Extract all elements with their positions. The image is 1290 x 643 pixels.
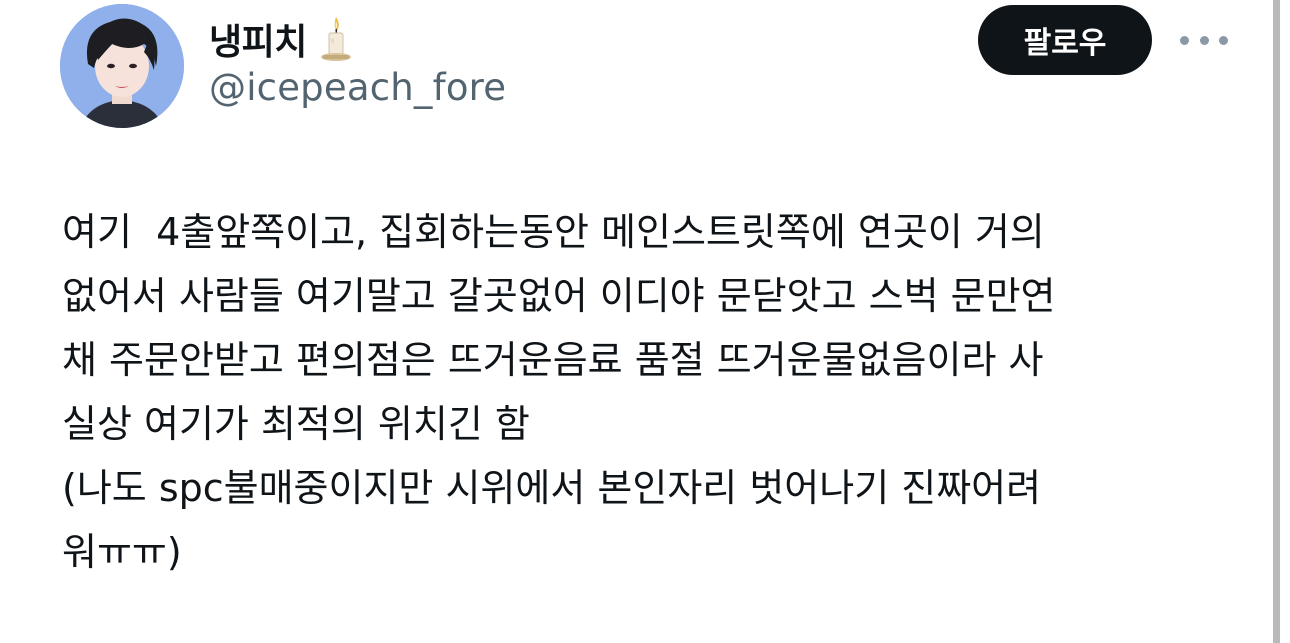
tweet-text-line: 여기 4출앞쪽이고, 집회하는동안 메인스트릿쪽에 연곳이 거의: [62, 210, 1045, 254]
avatar[interactable]: [60, 4, 184, 128]
tweet-text-line: 워ㅠㅠ): [62, 530, 182, 574]
author-handle[interactable]: @icepeach_fore: [209, 66, 506, 109]
tweet-text-line: (나도 spc불매중이지만 시위에서 본인자리 벗어나기 진짜어려: [62, 466, 1042, 510]
tweet-text-line: 없어서 사람들 여기말고 갈곳없어 이디야 문닫앗고 스벅 문만연: [62, 274, 1056, 318]
tweet-text-line: 실상 여기가 최적의 위치긴 함: [62, 402, 530, 446]
tweet-text: 여기 4출앞쪽이고, 집회하는동안 메인스트릿쪽에 연곳이 거의 없어서 사람들…: [62, 200, 1242, 584]
candle-icon: [320, 17, 351, 61]
dot: [1180, 35, 1189, 45]
author-name-row[interactable]: 냉피치: [209, 14, 353, 64]
tweet-text-line: 채 주문안받고 편의점은 뜨거운음료 품절 뜨거운물없음이라 사: [62, 338, 1044, 382]
more-dots-icon[interactable]: [1180, 28, 1228, 52]
avatar-image: [60, 4, 184, 128]
scrollbar[interactable]: [1273, 0, 1280, 643]
dot: [1219, 35, 1228, 45]
follow-button[interactable]: 팔로우: [978, 5, 1152, 75]
display-name[interactable]: 냉피치: [209, 13, 307, 65]
dot: [1199, 35, 1209, 45]
